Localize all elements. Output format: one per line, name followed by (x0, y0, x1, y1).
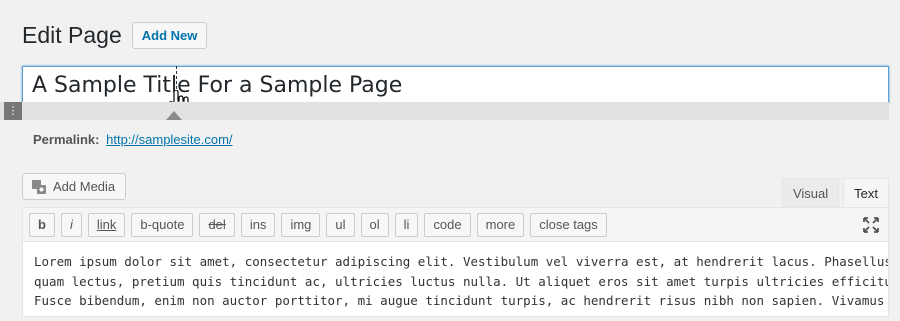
qt-more-button[interactable]: more (476, 212, 525, 237)
qt-blockquote-button[interactable]: b-quote (131, 212, 194, 237)
qt-bold-button[interactable]: b (29, 212, 55, 237)
qt-img-button[interactable]: img (281, 212, 321, 237)
add-media-label: Add Media (53, 179, 116, 194)
qt-code-button[interactable]: code (424, 212, 471, 237)
editor-content[interactable]: Lorem ipsum dolor sit amet, consectetur … (23, 242, 888, 321)
qt-li-button[interactable]: li (394, 212, 419, 237)
media-icon (32, 179, 46, 194)
page-header: Edit Page Add New (22, 20, 208, 50)
add-media-button[interactable]: Add Media (22, 173, 127, 200)
qt-ul-button[interactable]: ul (326, 212, 355, 237)
resize-arrow-icon (166, 111, 182, 120)
title-wrap (22, 66, 889, 116)
quicktags-toolbar: b i link b-quote del ins img ul ol li co… (23, 208, 888, 242)
post-title-input[interactable] (22, 66, 889, 104)
content-line: Lorem ipsum dolor sit amet, consectetur … (34, 254, 888, 269)
add-new-button[interactable]: Add New (131, 21, 208, 49)
editor-tabs: Visual Text (781, 178, 889, 207)
resize-bar (0, 102, 889, 120)
tab-text[interactable]: Text (843, 178, 889, 207)
content-line: quam lectus, pretium quis tincidunt ac, … (34, 273, 888, 289)
qt-close-tags-button[interactable]: close tags (530, 212, 607, 237)
content-line: Fusce bibendum, enim non auctor porttito… (34, 293, 888, 308)
qt-ins-button[interactable]: ins (240, 212, 276, 237)
qt-italic-button[interactable]: i (60, 212, 82, 237)
tab-visual[interactable]: Visual (781, 178, 840, 207)
qt-ol-button[interactable]: ol (360, 212, 389, 237)
resize-handle-icon[interactable]: ⋮ (4, 102, 22, 120)
fullscreen-icon[interactable] (862, 216, 880, 234)
page-title: Edit Page (22, 22, 122, 48)
permalink-link[interactable]: http://samplesite.com/ (106, 132, 232, 147)
editor: b i link b-quote del ins img ul ol li co… (22, 207, 889, 317)
qt-link-button[interactable]: link (87, 212, 126, 237)
permalink-row: Permalink: http://samplesite.com/ (33, 132, 233, 147)
permalink-label: Permalink: (33, 132, 100, 147)
qt-del-button[interactable]: del (199, 212, 235, 237)
